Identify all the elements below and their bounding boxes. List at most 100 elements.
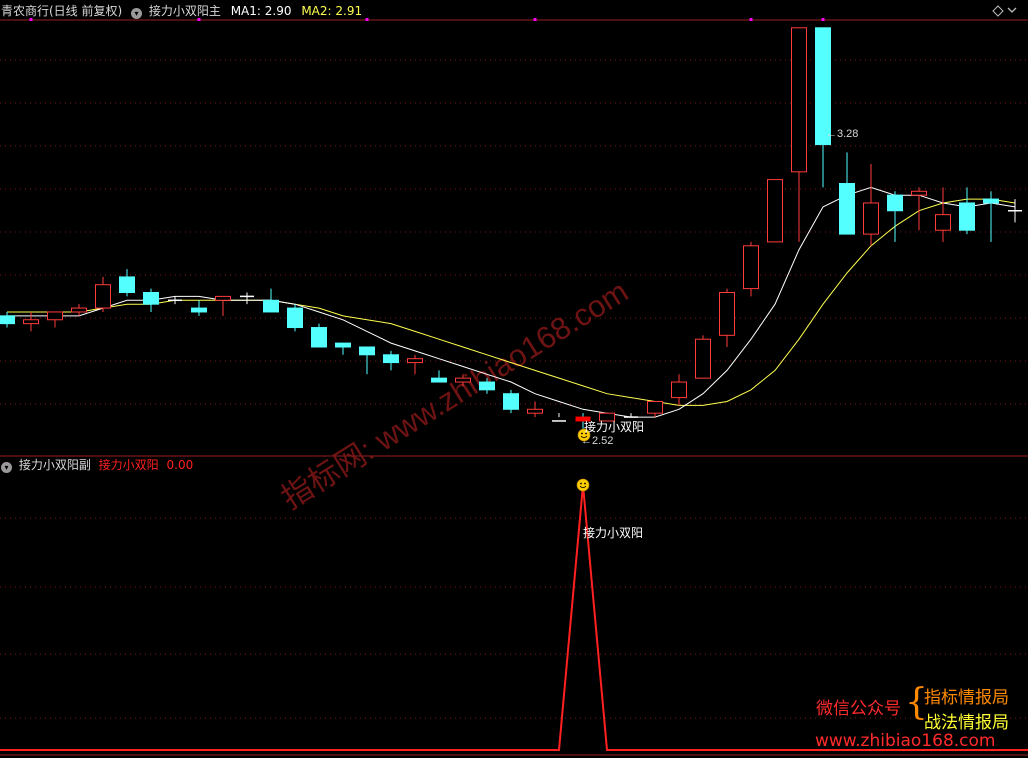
smiley-eye bbox=[584, 482, 586, 485]
candle[interactable] bbox=[791, 27, 807, 242]
sub-series-value: 0.00 bbox=[166, 458, 194, 472]
candle-body bbox=[191, 307, 207, 313]
candle[interactable] bbox=[47, 311, 63, 328]
candle[interactable] bbox=[552, 413, 566, 422]
candle-body bbox=[887, 194, 903, 212]
candle[interactable] bbox=[119, 269, 135, 297]
candle-body bbox=[311, 327, 327, 348]
candle-body bbox=[0, 315, 15, 325]
smiley-face bbox=[576, 478, 590, 492]
candle[interactable] bbox=[671, 374, 687, 406]
candle-body bbox=[215, 295, 231, 301]
stock-chart[interactable]: 指标网: www.zhibiao168.com ←3.28←2.52接力小双阳 … bbox=[0, 0, 1028, 758]
smiley-eye bbox=[580, 482, 582, 485]
candle-body bbox=[359, 346, 375, 356]
settings-icon[interactable]: ▾ bbox=[1, 462, 12, 473]
candle[interactable] bbox=[0, 311, 15, 328]
candle-body bbox=[335, 342, 351, 348]
candle[interactable] bbox=[359, 346, 375, 375]
sub-indicator-name[interactable]: 接力小双阳副 bbox=[19, 458, 91, 472]
ma2-label: MA2: bbox=[301, 4, 332, 18]
candle-body bbox=[431, 377, 447, 383]
candle[interactable] bbox=[191, 300, 207, 316]
candle-body bbox=[791, 27, 807, 173]
candle-body bbox=[743, 245, 759, 290]
chevron-down-icon[interactable] bbox=[1007, 7, 1017, 13]
candle-body bbox=[407, 358, 423, 364]
candle[interactable] bbox=[935, 187, 951, 242]
candle[interactable] bbox=[815, 27, 831, 188]
candle-body bbox=[95, 284, 111, 309]
candle-body bbox=[119, 276, 135, 293]
main-header: 青农商行(日线 前复权) ▾ 接力小双阳主 MA1: 2.90 MA2: 2.9… bbox=[1, 4, 362, 19]
candle[interactable] bbox=[743, 241, 759, 297]
signal-label-main: 接力小双阳 bbox=[584, 419, 644, 434]
candle[interactable] bbox=[240, 292, 254, 305]
candle[interactable] bbox=[503, 389, 519, 414]
candle-body bbox=[503, 393, 519, 410]
candle-body bbox=[71, 307, 87, 313]
candle[interactable] bbox=[887, 191, 903, 242]
candle[interactable] bbox=[719, 288, 735, 347]
candle[interactable] bbox=[624, 413, 638, 418]
account-two: 战法情报局 bbox=[924, 713, 1009, 733]
diamond-icon[interactable] bbox=[992, 5, 1004, 17]
candle-body bbox=[695, 338, 711, 379]
top-marker bbox=[365, 18, 369, 21]
candle-body bbox=[143, 292, 159, 305]
candle[interactable] bbox=[143, 288, 159, 312]
website[interactable]: www.zhibiao168.com bbox=[815, 731, 995, 751]
high-price-label: ←3.28 bbox=[826, 128, 858, 140]
top-marker bbox=[749, 18, 753, 21]
stock-label[interactable]: 青农商行(日线 前复权) bbox=[1, 4, 122, 18]
ma2-value: 2.91 bbox=[335, 4, 363, 18]
candle-body bbox=[527, 408, 543, 414]
candle-body bbox=[935, 214, 951, 231]
candle-body bbox=[287, 307, 303, 329]
candle[interactable] bbox=[383, 350, 399, 371]
candle-body bbox=[455, 377, 471, 383]
candle-body bbox=[839, 183, 855, 235]
smiley-icon bbox=[576, 478, 590, 492]
candle-body bbox=[983, 198, 999, 204]
top-marker bbox=[821, 18, 825, 21]
candle[interactable] bbox=[95, 276, 111, 312]
main-indicator-name[interactable]: 接力小双阳主 bbox=[149, 4, 221, 18]
candle-body bbox=[479, 381, 495, 391]
candle[interactable] bbox=[647, 401, 663, 418]
ma1-label: MA1: bbox=[230, 4, 261, 18]
candle[interactable] bbox=[959, 187, 975, 235]
candle-body bbox=[263, 299, 279, 313]
candle[interactable] bbox=[263, 288, 279, 313]
signal-label-sub: 接力小双阳 bbox=[583, 525, 643, 540]
candle-body bbox=[863, 202, 879, 235]
ma1-value: 2.90 bbox=[264, 4, 292, 18]
candle[interactable] bbox=[311, 323, 327, 348]
candle[interactable] bbox=[407, 354, 423, 375]
candle[interactable] bbox=[863, 164, 879, 246]
candle[interactable] bbox=[767, 179, 783, 243]
candle-body bbox=[911, 190, 927, 196]
sub-grid bbox=[0, 517, 1028, 719]
sub-series-name: 接力小双阳 bbox=[98, 458, 159, 472]
candle-body bbox=[47, 311, 63, 321]
candle[interactable] bbox=[839, 152, 855, 235]
candle-body bbox=[767, 179, 783, 243]
sub-header: ▾ 接力小双阳副 接力小双阳 0.00 bbox=[1, 458, 193, 473]
settings-icon[interactable]: ▾ bbox=[131, 8, 143, 19]
candle[interactable] bbox=[431, 370, 447, 383]
candle-body bbox=[23, 319, 39, 325]
account-one: 指标情报局 bbox=[924, 688, 1009, 708]
candle-body bbox=[671, 381, 687, 399]
wechat-label: 微信公众号 bbox=[816, 699, 901, 719]
candle-body bbox=[647, 401, 663, 414]
candle-body bbox=[383, 354, 399, 364]
candle[interactable] bbox=[335, 342, 351, 355]
top-marker bbox=[533, 18, 537, 21]
candle[interactable] bbox=[215, 295, 231, 316]
candle-body bbox=[959, 202, 975, 231]
candle[interactable] bbox=[695, 335, 711, 379]
candle[interactable] bbox=[287, 304, 303, 332]
candle[interactable] bbox=[983, 191, 999, 242]
candle[interactable] bbox=[23, 311, 39, 332]
